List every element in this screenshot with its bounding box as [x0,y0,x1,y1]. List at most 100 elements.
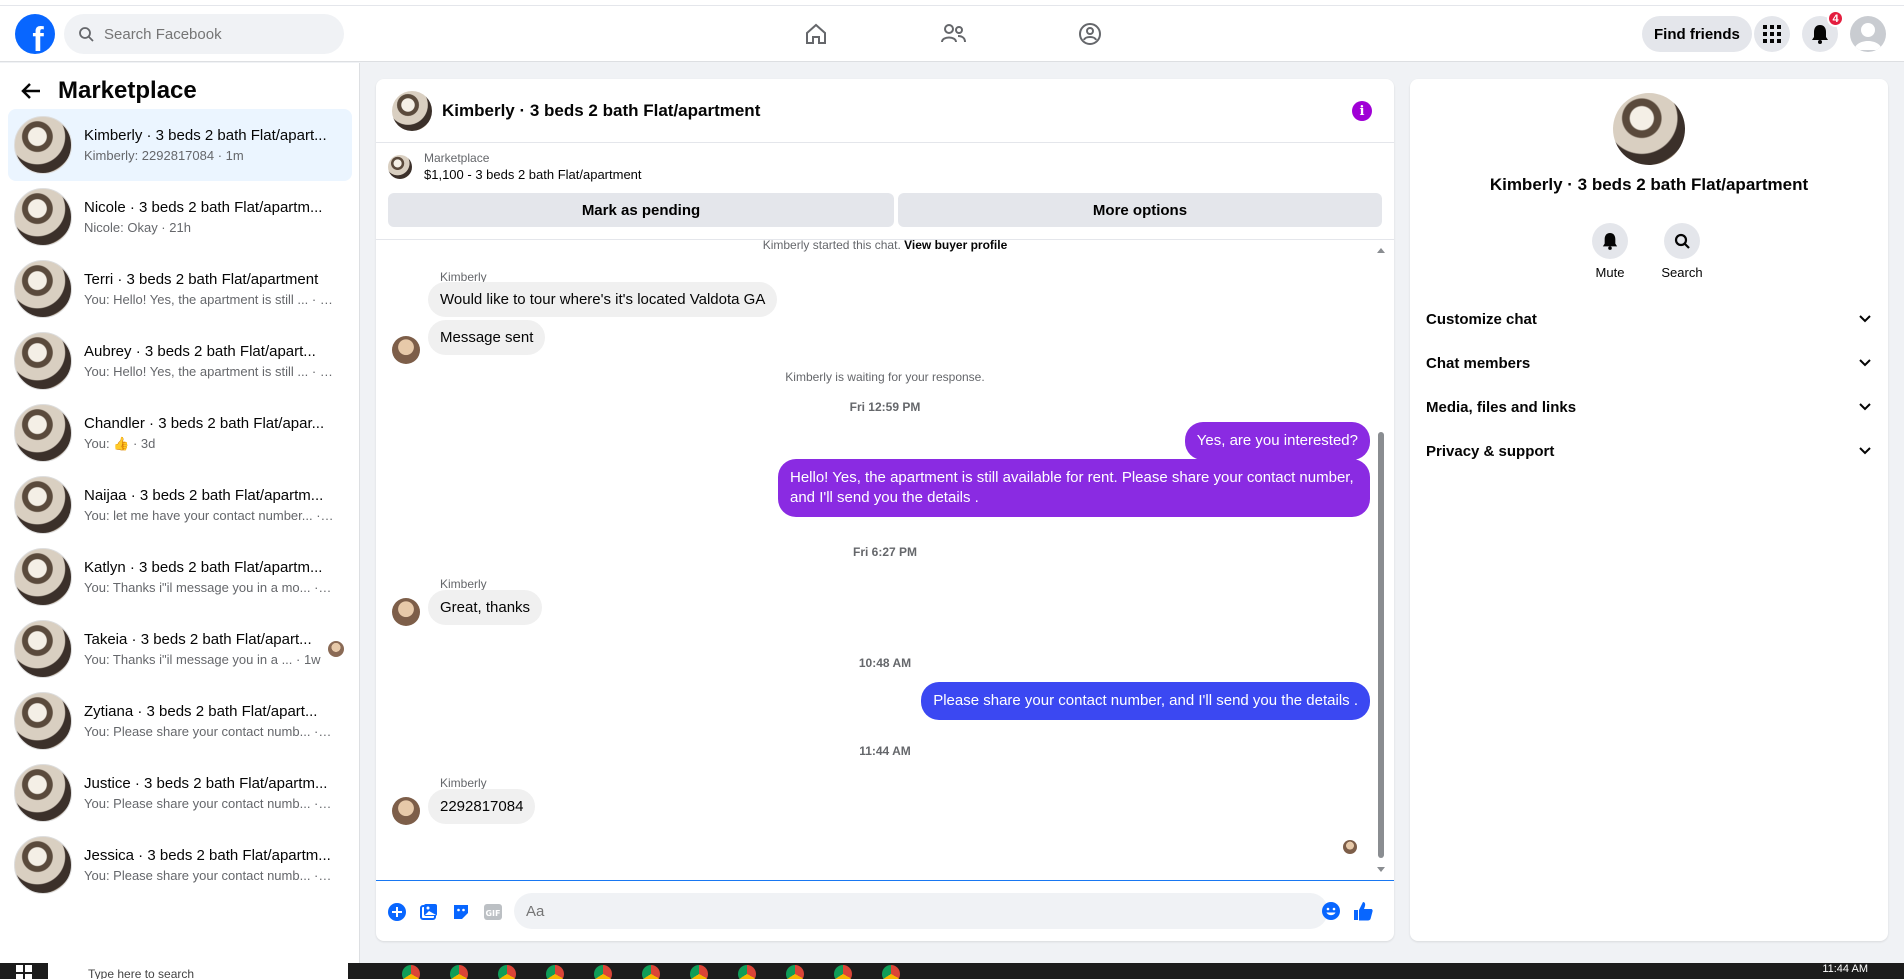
section-privacy-support[interactable]: Privacy & support [1426,431,1872,471]
section-customize-chat[interactable]: Customize chat [1426,299,1872,339]
chrome-taskbar-icon[interactable] [834,965,852,979]
windows-taskbar: Type here to search 11:44 AM [0,963,1904,979]
listing-thumbnail [14,404,72,462]
search-action[interactable]: Search [1652,223,1712,280]
chrome-taskbar-icon[interactable] [546,965,564,979]
details-listing-image[interactable] [1613,93,1685,165]
incoming-message[interactable]: Would like to tour where's it's located … [428,282,778,317]
plus-circle-icon[interactable] [386,901,408,923]
menu-grid-icon[interactable] [1754,16,1790,52]
listing-summary[interactable]: Marketplace $1,100 - 3 beds 2 bath Flat/… [388,151,642,182]
taskbar-search[interactable]: Type here to search [48,963,348,979]
thread-scrollbar[interactable] [1376,246,1386,878]
back-arrow-icon[interactable] [20,80,42,102]
seen-avatar [328,641,344,657]
outgoing-message[interactable]: Hello! Yes, the apartment is still avail… [778,459,1370,517]
conversation-item-nicole[interactable]: Nicole · 3 beds 2 bath Flat/apartm... Nic… [8,181,352,253]
notifications-bell-icon[interactable]: 4 [1802,10,1844,52]
scrollbar-thumb[interactable] [1378,432,1384,858]
conversation-item-naijaa[interactable]: Naijaa · 3 beds 2 bath Flat/apartm... You… [8,469,352,541]
taskbar-clock[interactable]: 11:44 AM [1822,963,1868,975]
groups-icon[interactable] [1074,18,1106,50]
listing-thumbnail [14,548,72,606]
sidebar-title: Marketplace [58,77,197,104]
chrome-taskbar-icon[interactable] [642,965,660,979]
incoming-message[interactable]: Great, thanks [428,590,543,625]
sender-name: Kimberly [440,577,487,591]
facebook-logo-icon[interactable]: f [15,14,55,54]
chat-listing-thumbnail[interactable] [392,90,432,131]
chrome-taskbar-icon[interactable] [786,965,804,979]
conversation-name: Aubrey · 3 beds 2 bath Flat/apart... [84,343,316,360]
sticker-icon[interactable] [450,901,472,923]
conversation-item-takeia[interactable]: Takeia · 3 beds 2 bath Flat/apart... You:… [8,613,352,685]
conversation-item-terri[interactable]: Terri · 3 beds 2 bath Flat/apartment You:… [8,253,352,325]
sender-avatar[interactable] [392,336,420,364]
chrome-taskbar-icon[interactable] [738,965,756,979]
chat-started-note: Kimberly started this chat. View buyer p… [762,238,1008,252]
chrome-taskbar-icon[interactable] [690,965,708,979]
thumbs-up-icon[interactable] [1352,900,1374,922]
conversation-name: Naijaa · 3 beds 2 bath Flat/apartm... [84,487,324,504]
conversation-item-zytiana[interactable]: Zytiana · 3 beds 2 bath Flat/apart... You… [8,685,352,757]
sender-avatar[interactable] [392,598,420,626]
conversation-item-chandler[interactable]: Chandler · 3 beds 2 bath Flat/apar... You… [8,397,352,469]
outgoing-message[interactable]: Please share your contact number, and I'… [921,682,1370,720]
conversation-item-aubrey[interactable]: Aubrey · 3 beds 2 bath Flat/apart... You:… [8,325,352,397]
waiting-note: Kimberly is waiting for your response. [785,370,985,384]
incoming-message[interactable]: Message sent [428,320,546,355]
search-input[interactable] [104,25,324,43]
chrome-taskbar-icon[interactable] [594,965,612,979]
search-box[interactable] [64,14,344,54]
home-icon[interactable] [800,18,832,50]
conversation-item-justice[interactable]: Justice · 3 beds 2 bath Flat/apartm... Yo… [8,757,352,829]
view-buyer-profile-link[interactable]: View buyer profile [904,238,1007,252]
mute-action[interactable]: Mute [1580,223,1640,280]
scroll-up-arrow-icon[interactable] [1376,246,1386,254]
chat-details-panel: Kimberly · 3 beds 2 bath Flat/apartment … [1410,79,1888,941]
message-thread[interactable]: Kimberly started this chat. View buyer p… [376,238,1394,881]
chat-title[interactable]: Kimberly · 3 beds 2 bath Flat/apartment [442,101,760,121]
conversation-preview: You: Please share your contact numb... ·… [84,724,334,739]
chrome-taskbar-icon[interactable] [450,965,468,979]
chrome-taskbar-icon[interactable] [882,965,900,979]
timestamp: 11:44 AM [859,744,911,758]
message-input[interactable] [514,893,1328,929]
section-media-files-links[interactable]: Media, files and links [1426,387,1872,427]
conversation-name: Justice · 3 beds 2 bath Flat/apartm... [84,775,328,792]
search-icon[interactable] [1664,223,1700,259]
search-label: Search [1661,265,1703,280]
info-icon[interactable]: i [1352,101,1372,121]
listing-thumbnail [14,260,72,318]
scroll-down-arrow-icon[interactable] [1376,866,1386,874]
incoming-message[interactable]: 2292817084 [428,789,536,824]
marketplace-sidebar: Marketplace Kimberly · 3 beds 2 bath Fla… [0,63,360,963]
windows-start-icon[interactable] [16,965,32,979]
chrome-taskbar-icon[interactable] [498,965,516,979]
section-chat-members[interactable]: Chat members [1426,343,1872,383]
friends-icon[interactable] [937,18,969,50]
profile-avatar[interactable] [1850,16,1886,52]
gif-icon[interactable]: GIF [482,901,504,923]
conversation-item-katlyn[interactable]: Katlyn · 3 beds 2 bath Flat/apartm... You… [8,541,352,613]
section-label: Privacy & support [1426,442,1555,460]
listing-thumbnail [14,836,72,894]
outgoing-message[interactable]: Yes, are you interested? [1184,422,1370,460]
details-title: Kimberly · 3 beds 2 bath Flat/apartment [1489,175,1809,194]
conversation-preview: You: Hello! Yes, the apartment is still … [84,364,334,379]
notification-badge: 4 [1827,10,1844,27]
emoji-icon[interactable] [1320,900,1342,922]
mark-as-pending-button[interactable]: Mark as pending [388,193,894,227]
photo-icon[interactable] [418,901,440,923]
sender-avatar[interactable] [392,797,420,825]
conversation-item-kimberly[interactable]: Kimberly · 3 beds 2 bath Flat/apart... Ki… [8,109,352,181]
conversation-item-jessica[interactable]: Jessica · 3 beds 2 bath Flat/apartm... Yo… [8,829,352,901]
listing-thumbnail [14,764,72,822]
chevron-down-icon [1859,403,1871,411]
bell-icon[interactable] [1592,223,1628,259]
more-options-button[interactable]: More options [898,193,1382,227]
chrome-taskbar-icon[interactable] [402,965,420,979]
chevron-down-icon [1859,447,1871,455]
listing-thumbnail [14,692,72,750]
find-friends-button[interactable]: Find friends [1642,16,1752,52]
